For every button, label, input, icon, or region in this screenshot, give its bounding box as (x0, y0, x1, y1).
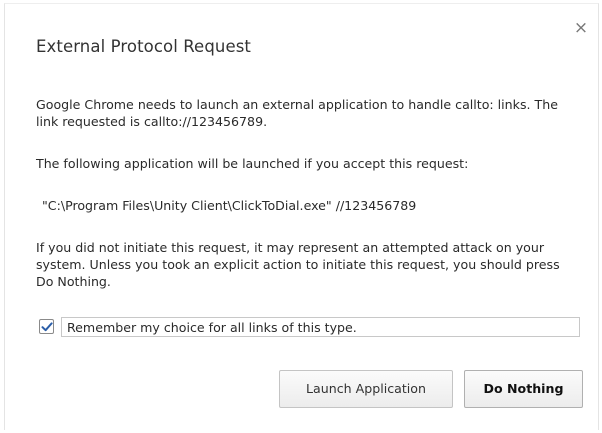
close-icon[interactable]: × (573, 20, 589, 37)
remember-choice-label[interactable]: Remember my choice for all links of this… (67, 319, 357, 336)
launch-application-button[interactable]: Launch Application (279, 370, 453, 408)
application-command-text: "C:\Program Files\Unity Client\ClickToDi… (42, 198, 417, 213)
application-intro-text: The following application will be launch… (36, 156, 469, 171)
launch-explanation-text: Google Chrome needs to launch an externa… (36, 97, 558, 129)
remember-choice-checkbox[interactable] (39, 319, 54, 334)
remember-choice-focus-box[interactable]: Remember my choice for all links of this… (61, 317, 580, 337)
remember-choice-row: Remember my choice for all links of this… (39, 317, 584, 337)
dialog-title: External Protocol Request (36, 37, 251, 56)
external-protocol-dialog: × External Protocol Request Google Chrom… (4, 3, 599, 430)
security-warning-text: If you did not initiate this request, it… (36, 240, 560, 289)
do-nothing-button[interactable]: Do Nothing (464, 370, 583, 408)
checkmark-icon (41, 322, 53, 332)
